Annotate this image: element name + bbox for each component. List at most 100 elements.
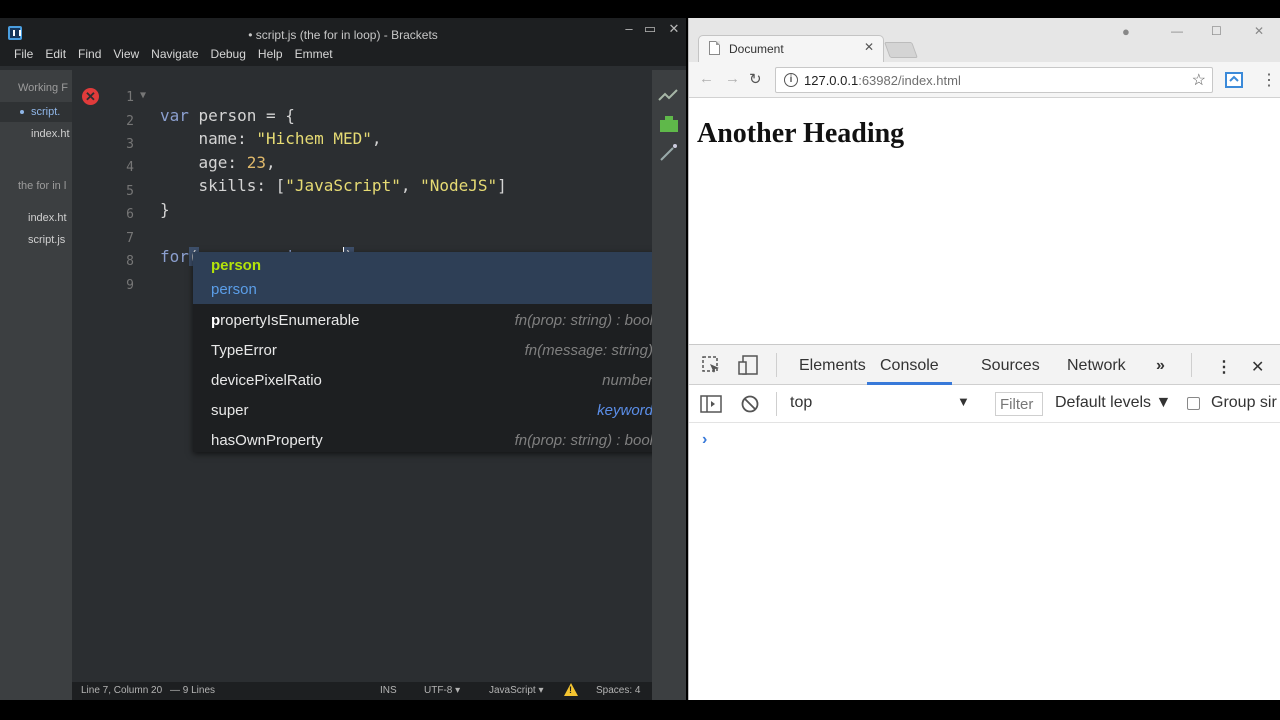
document-icon xyxy=(709,41,720,55)
info-icon[interactable]: i xyxy=(784,73,798,87)
line-number: 6 xyxy=(126,207,134,222)
line-number: 8 xyxy=(126,254,134,269)
hint-item[interactable]: hasOwnProperty fn(prop: string) : bool xyxy=(193,426,675,456)
hint-label: super xyxy=(211,402,249,419)
working-files-header: Working F xyxy=(18,82,68,94)
line-number: 2 xyxy=(126,114,134,129)
menu-emmet[interactable]: Emmet xyxy=(289,44,339,66)
toolbar-divider xyxy=(776,353,777,377)
working-file-item[interactable]: script. xyxy=(31,106,72,118)
extension-icon[interactable] xyxy=(1225,72,1243,88)
toolbar: ← → ↻ i 127.0.0.1:63982/index.html ☆ ⋮ xyxy=(689,62,1280,98)
project-file-item[interactable]: script.js xyxy=(28,234,72,246)
console-prompt-icon[interactable]: › xyxy=(702,431,707,449)
menu-navigate[interactable]: Navigate xyxy=(145,44,204,66)
close-icon[interactable]: ✕ xyxy=(665,21,683,37)
unsaved-dot-icon xyxy=(20,110,24,114)
working-file-item[interactable]: index.ht xyxy=(31,128,72,140)
tab-sources[interactable]: Sources xyxy=(981,357,1040,375)
hint-match: per xyxy=(211,257,235,274)
inspect-element-icon[interactable] xyxy=(701,355,721,375)
context-dropdown-icon[interactable]: ▼ xyxy=(957,394,970,409)
more-tabs-icon[interactable]: » xyxy=(1156,357,1165,375)
menu-find[interactable]: Find xyxy=(72,44,107,66)
close-icon[interactable]: ✕ xyxy=(1254,24,1264,38)
extension-manager-icon[interactable] xyxy=(657,114,681,134)
hint-label: hasOwnProperty xyxy=(211,432,323,449)
menu-help[interactable]: Help xyxy=(252,44,289,66)
hint-type: number xyxy=(602,372,653,389)
warning-icon[interactable] xyxy=(564,683,578,696)
devtools-tabbar: Elements Console Sources Network » ⋮ ✕ xyxy=(689,345,1280,385)
maximize-icon[interactable]: ☐ xyxy=(1211,24,1222,38)
group-similar-checkbox[interactable] xyxy=(1187,397,1200,410)
hint-item[interactable]: super keyword xyxy=(193,396,675,426)
tab-title: Document xyxy=(729,42,784,56)
devtools-menu-icon[interactable]: ⋮ xyxy=(1216,357,1232,377)
hint-rest: son xyxy=(234,257,262,274)
menu-edit[interactable]: Edit xyxy=(39,44,72,66)
indent-setting[interactable]: Spaces: 4 xyxy=(596,685,640,696)
toolbar-divider xyxy=(776,392,777,416)
hint-item[interactable]: devicePixelRatio number xyxy=(193,366,675,396)
reload-icon[interactable]: ↻ xyxy=(749,70,762,88)
line-number: 7 xyxy=(126,231,134,246)
code-line-2: name: "Hichem MED", xyxy=(160,129,382,148)
menu-debug[interactable]: Debug xyxy=(205,44,252,66)
tab-elements[interactable]: Elements xyxy=(799,357,866,375)
console-filter-bar: top ▼ Filter Default levels ▼ Group sir xyxy=(689,385,1280,423)
status-bar: Line 7, Column 20 — 9 Lines INS UTF-8 ▾ … xyxy=(72,682,652,700)
project-file-item[interactable]: index.ht xyxy=(28,212,72,224)
tab-network[interactable]: Network xyxy=(1067,357,1126,375)
tab-close-icon[interactable]: ✕ xyxy=(864,40,874,54)
hint-type: fn(prop: string) : bool xyxy=(514,312,653,329)
fold-arrow-icon[interactable]: ▼ xyxy=(140,90,146,101)
devtools-close-icon[interactable]: ✕ xyxy=(1251,357,1264,377)
insert-mode-toggle[interactable]: INS xyxy=(380,685,397,696)
hint-label: devicePixelRatio xyxy=(211,372,322,389)
menu-bar: File Edit Find View Navigate Debug Help … xyxy=(0,44,686,66)
live-preview-icon[interactable] xyxy=(657,86,681,106)
hint-type: fn(prop: string) : bool xyxy=(514,432,653,449)
browser-tab[interactable]: Document ✕ xyxy=(698,35,884,62)
line-number: 1 xyxy=(126,90,134,105)
project-header[interactable]: the for in l xyxy=(18,180,72,192)
device-toolbar-icon[interactable] xyxy=(737,354,759,376)
context-select[interactable]: top xyxy=(790,394,812,412)
hint-type: keyword xyxy=(597,402,653,419)
menu-view[interactable]: View xyxy=(107,44,145,66)
encoding-select[interactable]: UTF-8 ▾ xyxy=(424,685,460,696)
menu-kebab-icon[interactable]: ⋮ xyxy=(1261,70,1277,90)
console-filter-input[interactable]: Filter xyxy=(995,392,1043,416)
url-text: 127.0.0.1:63982/index.html xyxy=(804,73,961,88)
maximize-icon[interactable]: ▭ xyxy=(641,21,659,37)
magic-wand-icon[interactable] xyxy=(657,142,681,162)
profile-icon[interactable]: ● xyxy=(1122,24,1130,39)
log-levels-select[interactable]: Default levels ▼ xyxy=(1055,394,1171,412)
hint-item[interactable]: propertyIsEnumerable fn(prop: string) : … xyxy=(193,306,675,336)
hint-item[interactable]: TypeError fn(message: string) xyxy=(193,336,675,366)
error-icon[interactable]: ✕ xyxy=(82,88,99,105)
language-select[interactable]: JavaScript ▾ xyxy=(489,685,543,696)
back-icon[interactable]: ← xyxy=(699,70,714,87)
hint-item-selected[interactable]: person person xyxy=(193,252,675,304)
forward-icon[interactable]: → xyxy=(725,70,740,87)
code-line-1: var person = { xyxy=(160,106,295,125)
bookmark-star-icon[interactable]: ☆ xyxy=(1192,70,1206,90)
code-line-4: skills: ["JavaScript", "NodeJS"] xyxy=(160,176,507,195)
window-title: • script.js (the for in loop) - Brackets xyxy=(248,28,438,42)
address-bar[interactable]: i 127.0.0.1:63982/index.html ☆ xyxy=(775,67,1213,93)
clear-console-icon[interactable] xyxy=(741,395,759,413)
hint-type: fn(message: string) xyxy=(524,342,653,359)
minimize-icon[interactable]: – xyxy=(620,21,638,36)
new-tab-button[interactable] xyxy=(884,42,918,58)
console-sidebar-icon[interactable] xyxy=(700,395,722,413)
code-line-3: age: 23, xyxy=(160,153,276,172)
menu-file[interactable]: File xyxy=(8,44,39,66)
sidebar: Working F script. index.ht the for in l … xyxy=(0,70,72,700)
line-number: 5 xyxy=(126,184,134,199)
devtools-panel: Elements Console Sources Network » ⋮ ✕ t… xyxy=(689,344,1280,700)
line-number: 3 xyxy=(126,137,134,152)
minimize-icon[interactable]: — xyxy=(1171,24,1183,38)
tab-console[interactable]: Console xyxy=(867,357,952,385)
